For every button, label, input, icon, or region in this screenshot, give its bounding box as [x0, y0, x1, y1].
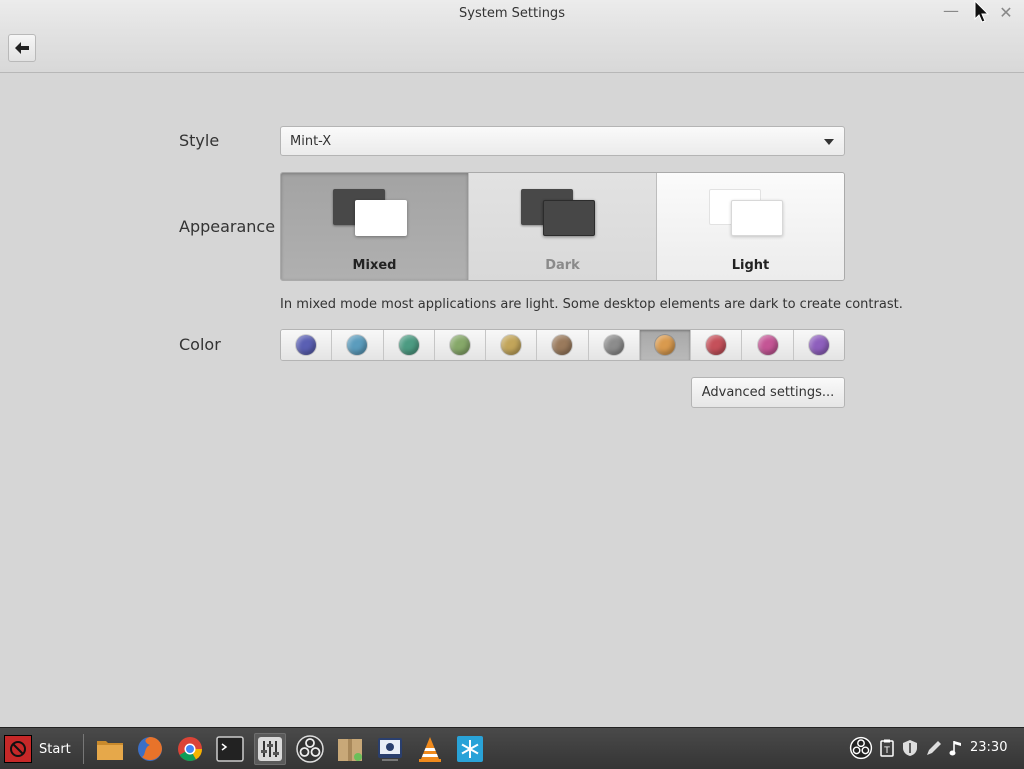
svg-text:T: T — [883, 746, 890, 756]
color-swatch-blue[interactable] — [281, 330, 333, 360]
dark-mode-preview-icon — [543, 200, 595, 236]
mouse-cursor-icon — [974, 0, 990, 23]
color-swatch-green[interactable] — [434, 330, 487, 360]
color-swatch-pink[interactable] — [742, 330, 794, 360]
system-settings-icon[interactable] — [254, 733, 286, 765]
color-dot-icon — [706, 335, 727, 355]
start-menu-icon — [4, 735, 32, 763]
appearance-option-dark[interactable]: Dark — [469, 173, 657, 280]
color-label: Color — [179, 335, 221, 354]
color-dot-icon — [808, 335, 829, 355]
color-swatch-sand[interactable] — [486, 330, 538, 360]
music-icon[interactable] — [947, 736, 965, 760]
color-swatch-purple[interactable] — [793, 330, 844, 360]
color-dot-icon — [654, 335, 675, 355]
appearance-option-label: Dark — [545, 258, 580, 273]
pen-icon[interactable] — [924, 736, 944, 760]
start-label: Start — [39, 741, 71, 757]
taskbar: Start T 23:30 — [0, 727, 1024, 769]
appearance-selector: Mixed Dark Light — [280, 172, 845, 281]
arrow-left-icon — [15, 42, 29, 54]
color-dot-icon — [296, 335, 317, 355]
media-player-icon[interactable] — [374, 733, 406, 765]
minimize-button[interactable]: — — [941, 1, 961, 21]
appearance-label: Appearance — [179, 217, 276, 236]
color-dot-icon — [603, 335, 624, 355]
style-label: Style — [179, 131, 220, 150]
close-button[interactable]: ✕ — [996, 3, 1016, 23]
shield-icon[interactable] — [900, 736, 920, 760]
color-swatch-teal[interactable] — [383, 330, 435, 360]
appearance-option-label: Mixed — [352, 258, 397, 273]
clock: 23:30 — [970, 740, 1008, 755]
clipboard-icon[interactable]: T — [878, 736, 896, 760]
color-dot-icon — [552, 335, 573, 355]
light-mode-preview-icon — [731, 200, 783, 236]
back-button[interactable] — [8, 34, 36, 62]
appearance-option-light[interactable]: Light — [657, 173, 844, 280]
chevron-down-icon — [824, 139, 834, 145]
advanced-settings-button[interactable]: Advanced settings... — [691, 377, 845, 408]
appearance-hint: In mixed mode most applications are ligh… — [280, 297, 903, 312]
color-dot-icon — [398, 335, 419, 355]
vlc-icon[interactable] — [414, 733, 446, 765]
firefox-icon[interactable] — [134, 733, 166, 765]
snowflake-icon[interactable] — [454, 733, 486, 765]
obs-icon[interactable] — [294, 733, 326, 765]
start-button[interactable]: Start — [4, 734, 71, 764]
files-icon[interactable] — [94, 733, 126, 765]
color-dot-icon — [347, 335, 368, 355]
appearance-option-label: Light — [731, 258, 770, 273]
archive-manager-icon[interactable] — [334, 733, 366, 765]
color-swatch-grey[interactable] — [588, 330, 640, 360]
color-swatch-orange[interactable] — [639, 330, 692, 360]
appearance-option-mixed[interactable]: Mixed — [281, 173, 469, 280]
style-dropdown-value: Mint-X — [290, 134, 332, 149]
color-selector — [280, 329, 845, 361]
style-dropdown[interactable]: Mint-X — [280, 126, 845, 156]
taskbar-separator — [83, 734, 84, 764]
color-dot-icon — [757, 335, 778, 355]
chrome-icon[interactable] — [174, 733, 206, 765]
color-dot-icon — [501, 335, 522, 355]
title-bar: System Settings — ✕ — [0, 0, 1024, 28]
obs-tray-icon[interactable] — [848, 736, 874, 760]
mixed-mode-preview-icon — [355, 200, 407, 236]
terminal-icon[interactable] — [214, 733, 246, 765]
toolbar — [0, 28, 1024, 73]
color-dot-icon — [449, 335, 470, 355]
window-title: System Settings — [459, 6, 565, 21]
color-swatch-red[interactable] — [691, 330, 743, 360]
color-swatch-aqua[interactable] — [332, 330, 384, 360]
color-swatch-brown[interactable] — [537, 330, 589, 360]
